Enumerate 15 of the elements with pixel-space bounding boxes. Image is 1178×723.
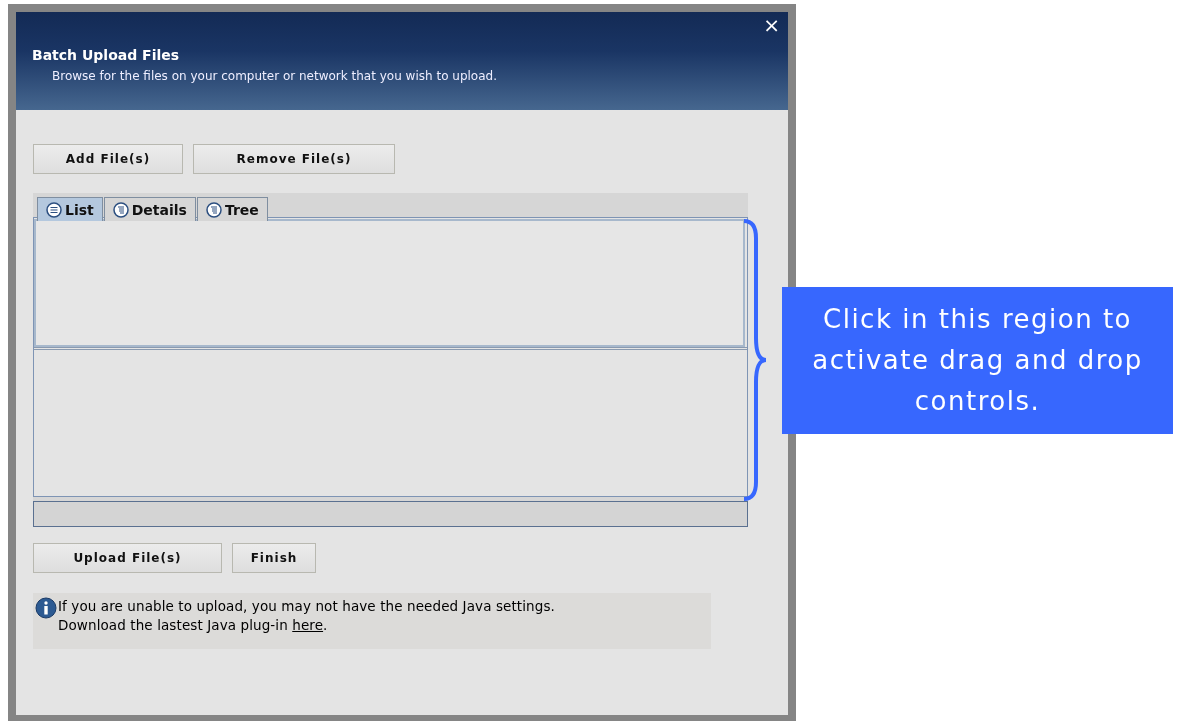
view-tab[interactable]: Details [103,197,196,221]
dialog-subtitle: Browse for the files on your computer or network that you wish to upload. [52,69,497,83]
view-tab[interactable]: Tree [196,197,268,221]
callout-text: Click in this region to activate drag and drop controls. [782,286,1173,434]
file-button[interactable]: Add File(s) [33,144,183,174]
java-notice: If you are unable to upload, you may not have the needed Java settings. Download the lastest Java plug-in here. [58,597,555,635]
file-button[interactable]: Finish [232,543,316,573]
dialog-title: Batch Upload Files [32,47,180,63]
info-icon [35,597,57,619]
download-link[interactable]: here [292,617,324,633]
file-button[interactable]: Upload File(s) [33,543,222,573]
close-button[interactable]: × [763,14,780,36]
file-list[interactable] [34,219,745,347]
view-tab[interactable]: List [37,197,103,221]
file-button[interactable]: Remove File(s) [193,144,395,174]
